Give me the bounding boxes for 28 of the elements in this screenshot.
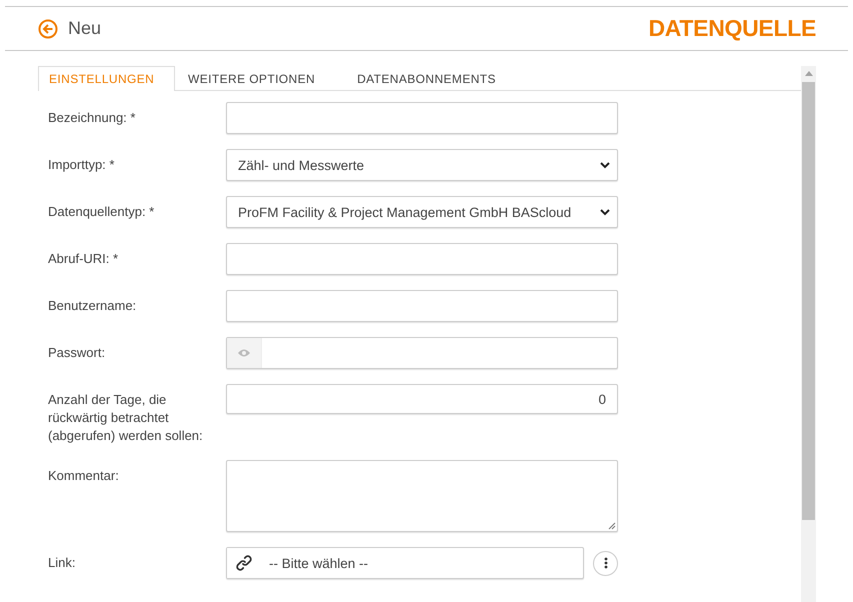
dropdown[interactable]: ProFM Facility & Project Management GmbH BAScloud [226,196,618,228]
more-button[interactable] [593,550,618,576]
text-field[interactable] [226,290,618,322]
scrollbar[interactable] [801,66,816,602]
field-label: Kommentar: [48,467,120,485]
field-label: Link: [48,554,76,572]
field-label: Passwort: [48,344,106,362]
field-label: Benutzername: [48,297,138,315]
number-field[interactable]: 0 [226,384,618,414]
password-field[interactable] [226,337,618,369]
back-icon[interactable] [38,18,58,38]
field-label: Anzahl der Tage, die rückwärtig betrachtet (abgerufen) werden sollen: [48,391,204,445]
dropdown[interactable]: Zähl- und Messwerte [226,149,618,181]
link-icon [235,554,253,572]
more-icon [604,557,608,569]
resize-grip-icon[interactable] [607,521,616,530]
scroll-up-icon[interactable] [804,71,812,76]
link-dropdown[interactable]: -- Bitte wählen -- [226,547,584,579]
eye-icon[interactable] [237,348,251,358]
field-label: Bezeichnung: * [48,109,136,127]
page-heading: DATENQUELLE [648,15,816,42]
text-field[interactable] [226,243,618,275]
field-label: Abruf-URI: * [48,250,120,268]
text-field[interactable] [226,102,618,134]
comment-field[interactable] [226,460,618,532]
page-title: Neu [68,18,102,39]
field-label: Importtyp: * [48,156,116,174]
field-label: Datenquellentyp: * [48,203,156,221]
